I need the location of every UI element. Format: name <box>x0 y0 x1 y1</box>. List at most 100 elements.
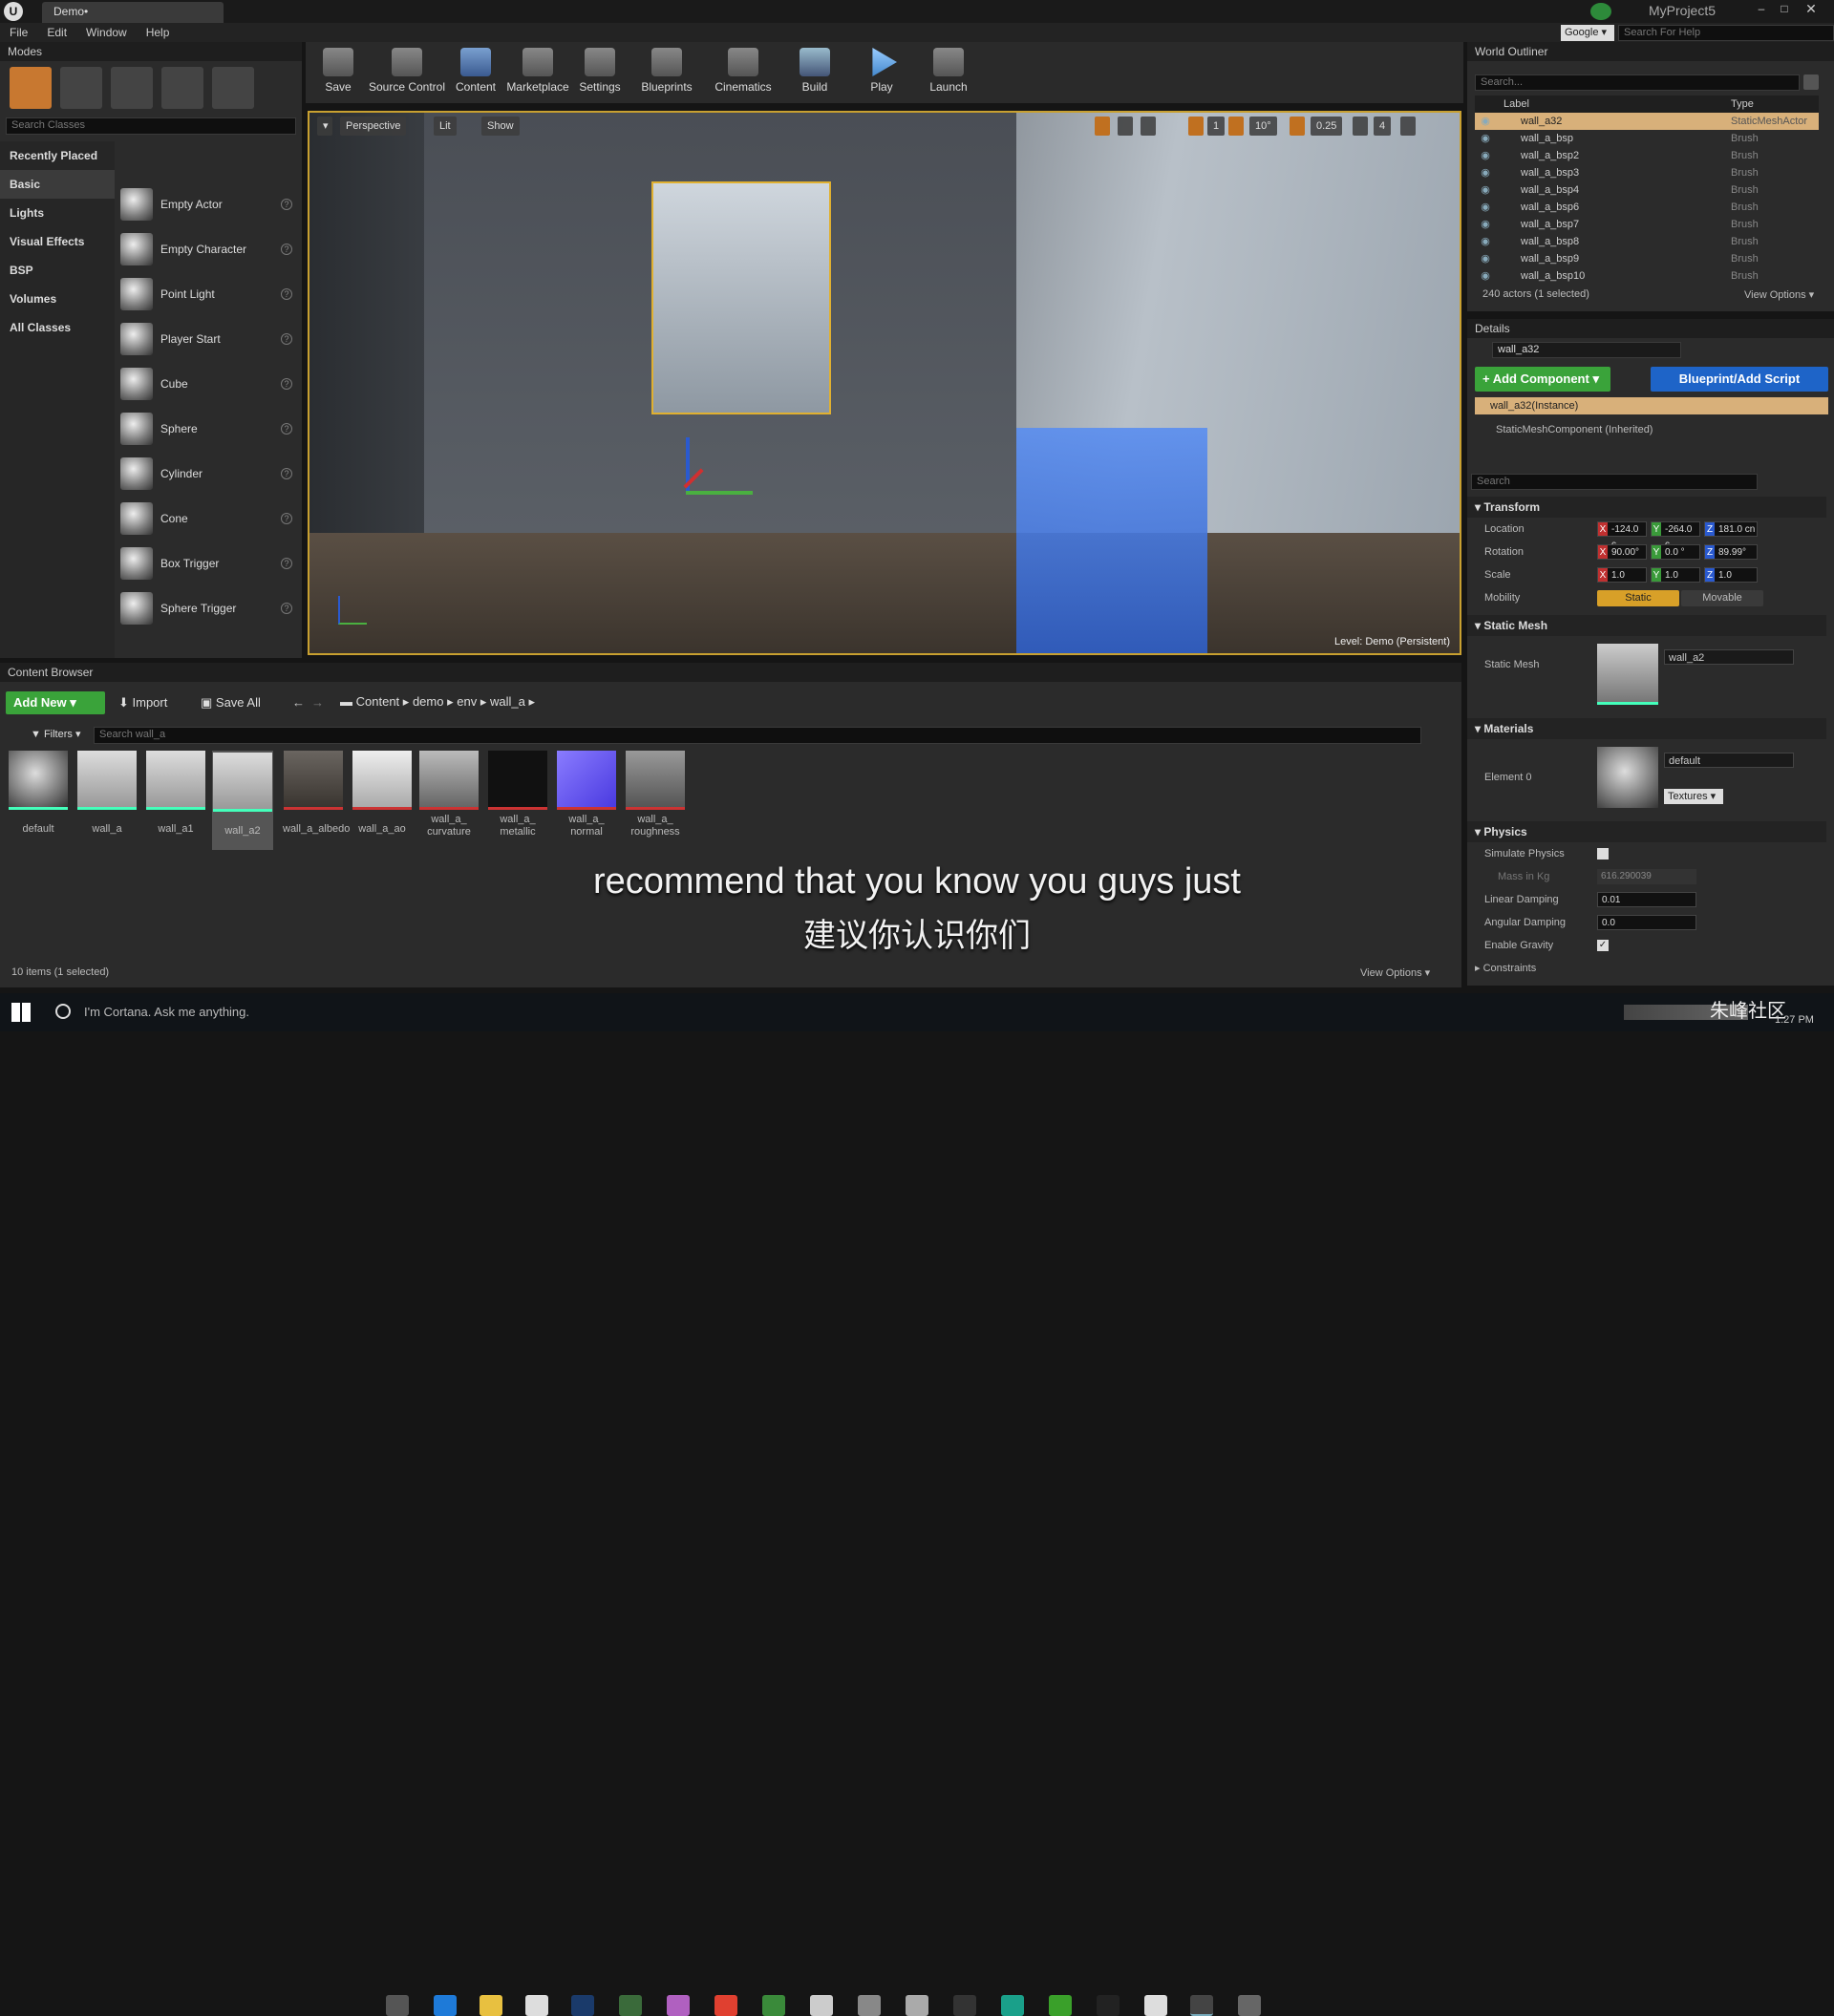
help-icon[interactable]: ? <box>281 602 292 614</box>
category-visual-effects[interactable]: Visual Effects <box>0 227 115 256</box>
chrome-icon[interactable] <box>714 1995 737 2016</box>
blueprint-script-button[interactable]: Blueprint/Add Script <box>1651 367 1828 392</box>
visibility-eye-icon[interactable]: ◉ <box>1475 216 1496 233</box>
help-icon[interactable]: ? <box>281 377 292 390</box>
category-all-classes[interactable]: All Classes <box>0 313 115 342</box>
scale-snap-value[interactable]: 0.25 <box>1311 117 1343 136</box>
help-icon[interactable]: ? <box>281 512 292 524</box>
help-icon[interactable]: ? <box>281 557 292 569</box>
material-thumbnail[interactable] <box>1597 747 1658 808</box>
level-tab[interactable]: Demo• <box>42 2 224 23</box>
outliner-row[interactable]: ◉ wall_a_bsp9 Brush <box>1475 250 1819 267</box>
place-box-trigger[interactable]: Box Trigger? <box>115 541 302 585</box>
category-lights[interactable]: Lights <box>0 199 115 227</box>
linear-damping-field[interactable]: 0.01 <box>1597 892 1696 907</box>
landscape-mode-icon[interactable] <box>111 67 153 109</box>
content-search-input[interactable]: Search wall_a <box>94 727 1421 744</box>
mobility-static[interactable]: Static <box>1597 590 1679 606</box>
col-label[interactable]: Label <box>1503 98 1529 110</box>
rotation-snap-icon[interactable] <box>1228 117 1244 136</box>
blueprints-button[interactable]: Blueprints <box>629 42 705 94</box>
marketplace-button[interactable]: Marketplace <box>504 42 571 94</box>
textures-dropdown[interactable]: Textures ▾ <box>1664 789 1723 804</box>
category-basic[interactable]: Basic <box>0 170 115 199</box>
show-button[interactable]: Show <box>481 117 520 136</box>
mobility-movable[interactable]: Movable <box>1681 590 1763 606</box>
rotation-x[interactable]: X 90.00° <box>1597 544 1647 560</box>
asset-wall-a[interactable]: wall_a <box>76 751 138 836</box>
asset-wall-a-metallic[interactable]: wall_a_ metallic <box>487 751 548 838</box>
static-mesh-picker[interactable]: wall_a2 <box>1664 649 1794 665</box>
place-empty-character[interactable]: Empty Character? <box>115 226 302 271</box>
location-z[interactable]: Z 181.0 cn <box>1704 521 1758 537</box>
visibility-eye-icon[interactable]: ◉ <box>1475 199 1496 216</box>
simulate-checkbox[interactable] <box>1597 848 1609 859</box>
edge-icon[interactable] <box>434 1995 457 2016</box>
unreal-engine-icon[interactable] <box>1190 1995 1213 2016</box>
rotation-z[interactable]: Z 89.99° <box>1704 544 1758 560</box>
help-icon[interactable]: ? <box>281 422 292 435</box>
grid-snap-icon[interactable] <box>1188 117 1204 136</box>
perspective-button[interactable]: Perspective <box>340 117 407 136</box>
content-button[interactable]: Content <box>447 42 504 94</box>
component-row[interactable]: StaticMeshComponent (Inherited) <box>1496 424 1653 435</box>
place-empty-actor[interactable]: Empty Actor? <box>115 181 302 226</box>
menu-help[interactable]: Help <box>137 23 180 42</box>
outliner-search-input[interactable]: Search... <box>1475 74 1800 91</box>
outliner-row[interactable]: ◉ wall_a_bsp8 Brush <box>1475 233 1819 250</box>
help-icon[interactable]: ? <box>281 243 292 255</box>
app-icon[interactable] <box>1001 1995 1024 2016</box>
outliner-row[interactable]: ◉ wall_a_bsp2 Brush <box>1475 147 1819 164</box>
visibility-eye-icon[interactable]: ◉ <box>1475 250 1496 267</box>
lit-button[interactable]: Lit <box>434 117 457 136</box>
transform-section[interactable]: ▾ Transform <box>1467 497 1826 518</box>
visibility-eye-icon[interactable]: ◉ <box>1475 164 1496 181</box>
app-icon[interactable] <box>619 1995 642 2016</box>
file-explorer-icon[interactable] <box>480 1995 502 2016</box>
place-cube[interactable]: Cube? <box>115 361 302 406</box>
outliner-row[interactable]: ◉ wall_a_bsp10 Brush <box>1475 267 1819 285</box>
help-icon[interactable]: ? <box>281 332 292 345</box>
asset-wall-a-ao[interactable]: wall_a_ao <box>352 751 413 836</box>
windows-start-icon[interactable] <box>11 1003 31 1022</box>
play-button[interactable]: Play <box>848 42 915 94</box>
instance-row[interactable]: wall_a32(Instance) <box>1475 397 1828 414</box>
visibility-eye-icon[interactable]: ◉ <box>1475 147 1496 164</box>
help-search-input[interactable]: Search For Help <box>1618 25 1834 41</box>
search-classes-input[interactable]: Search Classes <box>6 117 296 135</box>
maximize-viewport-icon[interactable] <box>1400 117 1416 136</box>
angular-damping-field[interactable]: 0.0 <box>1597 915 1696 930</box>
forward-button[interactable]: → <box>311 695 324 710</box>
import-button[interactable]: ⬇ Import <box>118 695 167 711</box>
cortana-search[interactable]: I'm Cortana. Ask me anything. <box>84 1005 249 1019</box>
asset-wall-a1[interactable]: wall_a1 <box>145 751 206 836</box>
location-x[interactable]: X-124.0 c <box>1597 521 1647 550</box>
physics-section[interactable]: ▾ Physics <box>1467 821 1826 842</box>
breadcrumb-demo[interactable]: demo <box>413 694 444 709</box>
add-new-button[interactable]: Add New ▾ <box>6 691 105 714</box>
cortana-icon[interactable] <box>55 1004 71 1019</box>
close-button[interactable]: ✕ <box>1800 1 1823 20</box>
visibility-eye-icon[interactable]: ◉ <box>1475 267 1496 285</box>
place-sphere-trigger[interactable]: Sphere Trigger? <box>115 585 302 630</box>
rotate-tool-icon[interactable] <box>1118 117 1133 136</box>
static-mesh-section[interactable]: ▾ Static Mesh <box>1467 615 1826 636</box>
asset-wall-a-albedo[interactable]: wall_a_albedo <box>283 751 350 836</box>
category-bsp[interactable]: BSP <box>0 256 115 285</box>
col-type[interactable]: Type <box>1731 95 1754 113</box>
asset-wall-a-roughness[interactable]: wall_a_ roughness <box>625 751 686 838</box>
gravity-checkbox[interactable]: ✓ <box>1597 940 1609 951</box>
outliner-row[interactable]: ◉ wall_a_bsp4 Brush <box>1475 181 1819 199</box>
static-mesh-thumbnail[interactable] <box>1597 644 1658 705</box>
translate-tool-icon[interactable] <box>1095 117 1110 136</box>
help-icon[interactable]: ? <box>281 467 292 479</box>
materials-section[interactable]: ▾ Materials <box>1467 718 1826 739</box>
minimize-button[interactable]: – <box>1752 2 1771 19</box>
cinematics-button[interactable]: Cinematics <box>705 42 781 94</box>
visibility-eye-icon[interactable]: ◉ <box>1475 233 1496 250</box>
photoshop-icon[interactable] <box>571 1995 594 2016</box>
app-icon[interactable] <box>1097 1995 1120 2016</box>
visibility-eye-icon[interactable]: ◉ <box>1475 113 1496 130</box>
rotation-y[interactable]: Y 0.0 ° <box>1651 544 1700 560</box>
visibility-eye-icon[interactable]: ◉ <box>1475 181 1496 199</box>
